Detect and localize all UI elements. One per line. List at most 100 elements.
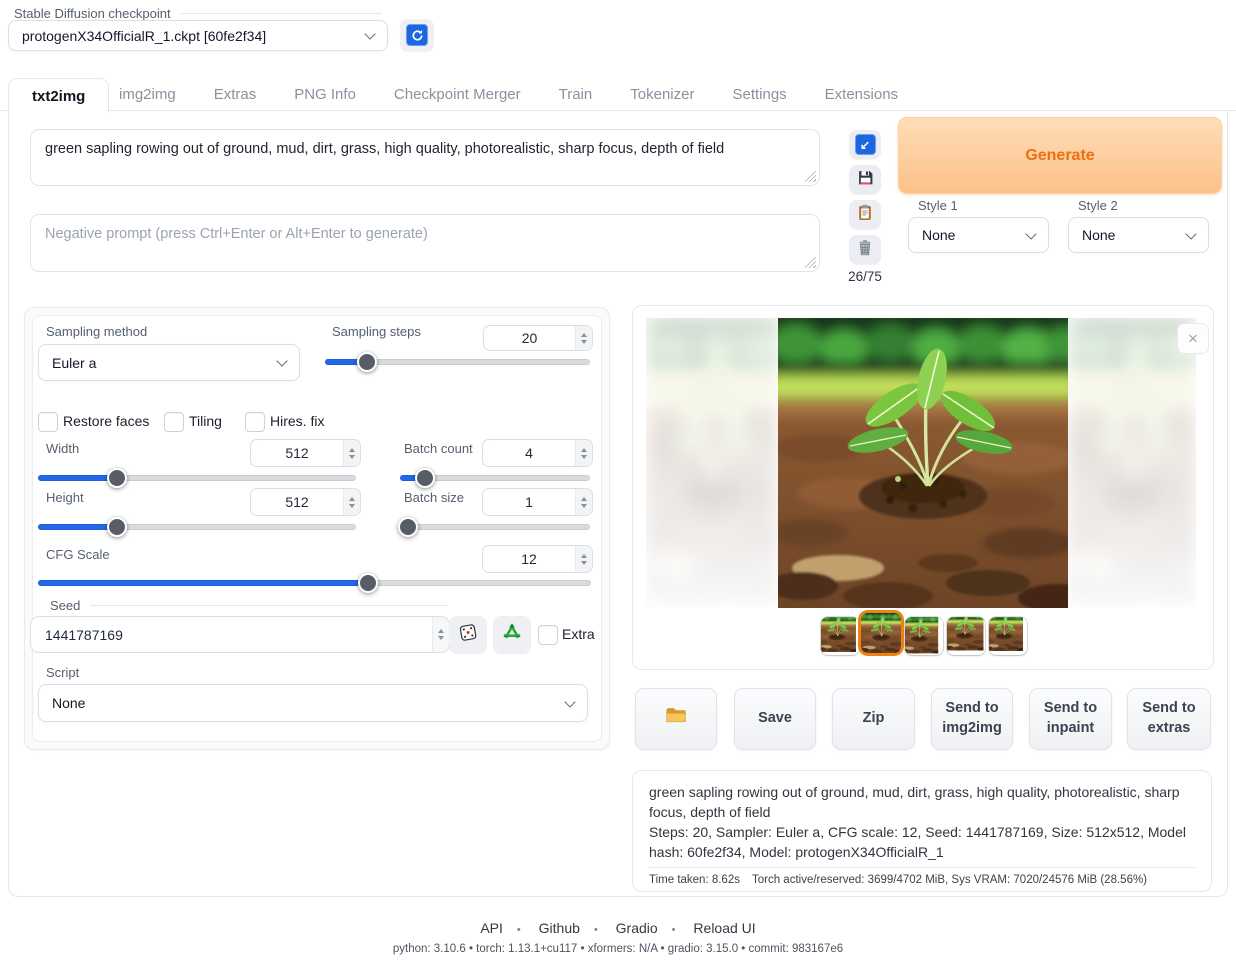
- paste-params-icon: ↙: [855, 134, 876, 155]
- trash-icon: [857, 239, 873, 261]
- restore-faces-label: Restore faces: [63, 413, 149, 429]
- send-to-inpaint-button[interactable]: Send to inpaint: [1029, 688, 1112, 750]
- open-folder-button[interactable]: [635, 688, 717, 750]
- close-gallery-button[interactable]: ×: [1177, 323, 1209, 354]
- slider-knob[interactable]: [398, 517, 418, 537]
- folder-icon: [665, 707, 687, 731]
- gallery-thumbnail-2-selected[interactable]: [861, 613, 901, 653]
- save-button[interactable]: Save: [734, 688, 816, 750]
- gallery-backdrop-left: [646, 318, 778, 608]
- tab-txt2img[interactable]: txt2img: [8, 78, 109, 113]
- resize-handle-icon[interactable]: [805, 257, 816, 268]
- stepper-icon[interactable]: [575, 326, 592, 350]
- gallery-backdrop-right: [1068, 318, 1196, 608]
- cfg-scale-input[interactable]: 12: [482, 545, 593, 573]
- generate-button[interactable]: Generate: [898, 117, 1222, 194]
- generation-info-params: Steps: 20, Sampler: Euler a, CFG scale: …: [649, 822, 1195, 862]
- checkpoint-label-row: Stable Diffusion checkpoint: [14, 6, 382, 21]
- token-counter: 26/75: [841, 269, 889, 284]
- seed-input[interactable]: 1441787169: [30, 616, 450, 653]
- footer-link-api[interactable]: API: [480, 920, 503, 936]
- restore-faces-checkbox[interactable]: [38, 412, 58, 432]
- slider-knob[interactable]: [357, 352, 377, 372]
- style1-dropdown[interactable]: None: [908, 217, 1049, 253]
- stepper-icon[interactable]: [343, 440, 360, 466]
- batch-size-slider[interactable]: [400, 517, 590, 535]
- stepper-icon[interactable]: [432, 617, 449, 652]
- paste-generation-params-button[interactable]: ↙: [849, 130, 881, 159]
- prompt-text: green sapling rowing out of ground, mud,…: [45, 141, 724, 157]
- zip-button[interactable]: Zip: [832, 688, 915, 750]
- footer-link-github[interactable]: Github: [539, 920, 580, 936]
- recycle-icon: [502, 622, 522, 647]
- slider-knob[interactable]: [415, 468, 435, 488]
- send-to-extras-button[interactable]: Send to extras: [1127, 688, 1211, 750]
- gallery-thumbnail-5[interactable]: [989, 617, 1027, 655]
- tab-extensions[interactable]: Extensions: [806, 86, 917, 103]
- extra-seed-checkbox[interactable]: [538, 625, 558, 645]
- width-slider[interactable]: [38, 468, 356, 486]
- sampling-method-dropdown[interactable]: Euler a: [38, 344, 300, 381]
- generation-info-panel: green sapling rowing out of ground, mud,…: [632, 770, 1212, 892]
- clear-prompt-button[interactable]: [849, 235, 881, 264]
- random-seed-button[interactable]: [449, 616, 487, 653]
- batch-count-slider[interactable]: [400, 468, 590, 486]
- checkpoint-value: protogenX34OfficialR_1.ckpt [60fe2f34]: [22, 28, 266, 44]
- tab-img2img[interactable]: img2img: [100, 86, 195, 103]
- stepper-icon[interactable]: [575, 546, 592, 572]
- tab-checkpoint-merger[interactable]: Checkpoint Merger: [375, 86, 540, 103]
- checkpoint-label: Stable Diffusion checkpoint: [14, 6, 171, 21]
- hires-fix-checkbox[interactable]: [245, 412, 265, 432]
- gallery-thumbnail-3[interactable]: [905, 617, 943, 655]
- save-style-button[interactable]: [849, 165, 881, 194]
- height-slider[interactable]: [38, 517, 356, 535]
- reuse-seed-button[interactable]: [493, 616, 531, 653]
- sampling-steps-slider[interactable]: [325, 352, 590, 370]
- sd-webui-app: Stable Diffusion checkpoint protogenX34O…: [0, 0, 1236, 966]
- stepper-icon[interactable]: [575, 489, 592, 515]
- apply-style-button[interactable]: [849, 200, 881, 229]
- send-to-img2img-button[interactable]: Send to img2img: [931, 688, 1013, 750]
- batch-count-input[interactable]: 4: [482, 439, 593, 467]
- checkpoint-dropdown[interactable]: protogenX34OfficialR_1.ckpt [60fe2f34]: [8, 20, 388, 51]
- resize-handle-icon[interactable]: [805, 171, 816, 182]
- width-input[interactable]: 512: [250, 439, 361, 467]
- sampling-steps-input[interactable]: 20: [483, 325, 593, 351]
- batch-size-input[interactable]: 1: [482, 488, 593, 516]
- tab-png-info[interactable]: PNG Info: [275, 86, 375, 103]
- sampling-steps-label: Sampling steps: [332, 324, 421, 339]
- cfg-scale-label: CFG Scale: [46, 547, 110, 562]
- tab-tokenizer[interactable]: Tokenizer: [611, 86, 713, 103]
- sampling-method-label: Sampling method: [46, 324, 147, 339]
- tiling-label: Tiling: [189, 413, 222, 429]
- generated-image-preview[interactable]: [778, 318, 1068, 608]
- height-input[interactable]: 512: [250, 488, 361, 516]
- tab-extras[interactable]: Extras: [195, 86, 276, 103]
- tiling-checkbox[interactable]: [164, 412, 184, 432]
- stepper-icon[interactable]: [343, 489, 360, 515]
- gallery-thumbnail-4[interactable]: [947, 617, 985, 655]
- style2-dropdown[interactable]: None: [1068, 217, 1209, 253]
- height-label: Height: [46, 490, 84, 505]
- chevron-down-icon: [364, 28, 375, 39]
- footer-link-gradio[interactable]: Gradio: [616, 920, 658, 936]
- prompt-input[interactable]: green sapling rowing out of ground, mud,…: [30, 129, 820, 186]
- negative-prompt-input[interactable]: Negative prompt (press Ctrl+Enter or Alt…: [30, 214, 820, 272]
- stepper-icon[interactable]: [575, 440, 592, 466]
- divider: [90, 605, 448, 606]
- footer-link-reload-ui[interactable]: Reload UI: [693, 920, 755, 936]
- generation-perf-row: Time taken: 8.62sTorch active/reserved: …: [649, 867, 1195, 886]
- chevron-down-icon: [1185, 228, 1196, 239]
- script-label: Script: [46, 665, 79, 680]
- tab-settings[interactable]: Settings: [713, 86, 805, 103]
- slider-knob[interactable]: [107, 517, 127, 537]
- cfg-scale-slider[interactable]: [38, 573, 591, 591]
- style1-label: Style 1: [918, 198, 958, 213]
- tab-train[interactable]: Train: [540, 86, 612, 103]
- slider-knob[interactable]: [358, 573, 378, 593]
- hires-fix-label: Hires. fix: [270, 413, 324, 429]
- gallery-thumbnail-1[interactable]: [821, 617, 859, 655]
- refresh-checkpoint-button[interactable]: [400, 19, 434, 51]
- script-dropdown[interactable]: None: [38, 684, 588, 722]
- slider-knob[interactable]: [107, 468, 127, 488]
